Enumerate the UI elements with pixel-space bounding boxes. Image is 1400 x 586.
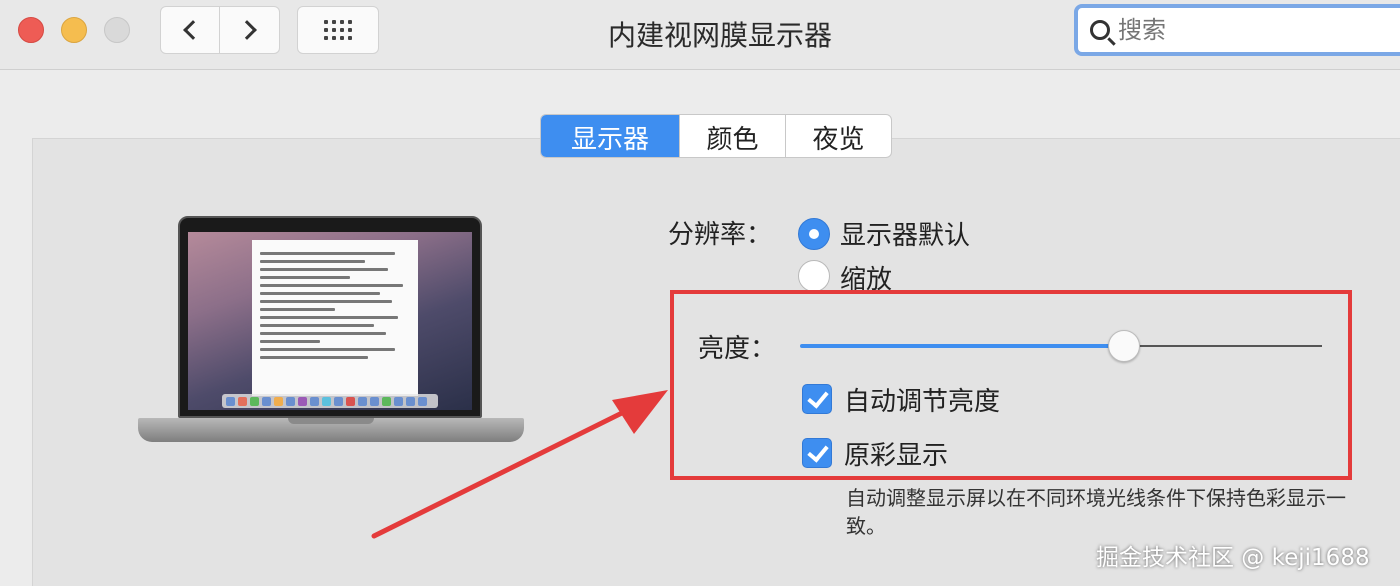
search-field[interactable] [1074, 4, 1400, 56]
tab-color[interactable]: 颜色 [679, 115, 785, 157]
wallpaper-image [188, 232, 472, 410]
laptop-illustration [178, 216, 482, 418]
tab-bar: 显示器 颜色 夜览 [540, 114, 892, 158]
watermark: 掘金技术社区 @ keji1688 [1096, 545, 1370, 571]
show-all-button[interactable] [297, 6, 379, 54]
forward-button[interactable] [220, 6, 280, 54]
minimize-window-button[interactable] [61, 17, 87, 43]
tab-night-shift[interactable]: 夜览 [785, 115, 891, 157]
resolution-scaled-radio[interactable] [798, 260, 830, 292]
zoom-window-button[interactable] [104, 17, 130, 43]
true-tone-description: 自动调整显示屏以在不同环境光线条件下保持色彩显示一致。 [846, 486, 1346, 538]
resolution-default-label[interactable]: 显示器默认 [840, 215, 970, 252]
close-window-button[interactable] [18, 17, 44, 43]
back-button[interactable] [160, 6, 220, 54]
search-input[interactable] [1118, 16, 1358, 44]
dock-image [222, 394, 438, 408]
laptop-base [138, 418, 524, 442]
search-icon [1090, 20, 1110, 40]
resolution-default-radio[interactable] [798, 218, 830, 250]
highlight-box [670, 290, 1352, 480]
document-window-image [252, 240, 418, 396]
window-title: 内建视网膜显示器 [607, 19, 832, 52]
tab-display[interactable]: 显示器 [541, 115, 679, 157]
title-bar: 内建视网膜显示器 [0, 0, 1400, 70]
chevron-left-icon [183, 20, 203, 40]
grid-icon [324, 20, 352, 40]
resolution-label: 分辨率： [668, 220, 773, 250]
chevron-right-icon [236, 20, 257, 40]
